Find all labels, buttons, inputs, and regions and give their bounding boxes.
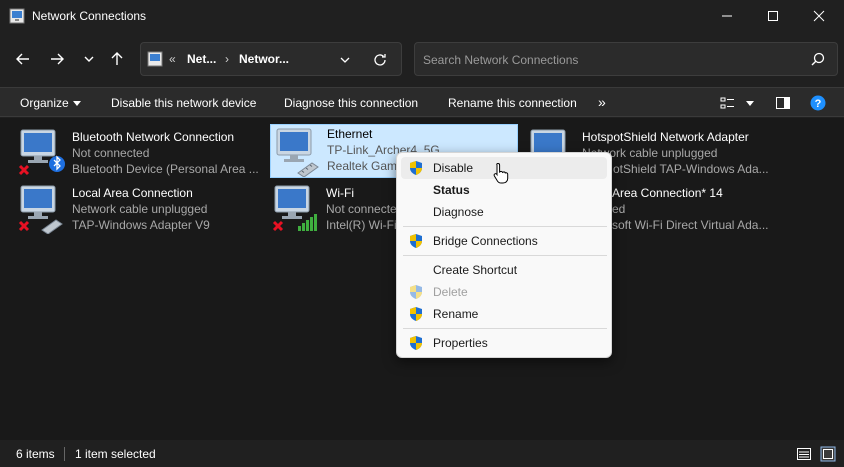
search-input[interactable] xyxy=(423,51,793,69)
arrow-left-icon xyxy=(16,53,29,65)
network-adapter-icon xyxy=(276,128,319,177)
network-adapter-icon xyxy=(18,185,63,234)
network-folder-icon xyxy=(147,51,163,67)
close-button[interactable] xyxy=(796,0,842,32)
preview-pane-icon[interactable] xyxy=(775,95,791,111)
chevron-down-icon xyxy=(84,56,94,62)
diagnose-connection-button[interactable]: Diagnose this connection xyxy=(284,96,418,110)
menu-item-create-shortcut[interactable]: Create Shortcut xyxy=(401,259,607,281)
uac-shield-icon xyxy=(410,336,422,350)
menu-item-label: Status xyxy=(433,183,470,197)
connection-name: Bluetooth Network Connection xyxy=(72,130,235,144)
connection-item-local-area[interactable]: Local Area Connection Network cable unpl… xyxy=(0,178,248,234)
organize-label: Organize xyxy=(20,96,69,110)
organize-button[interactable]: Organize xyxy=(20,96,81,110)
help-icon[interactable]: ? xyxy=(810,95,826,111)
maximize-icon xyxy=(768,11,778,21)
connection-name: Wi-Fi xyxy=(326,186,354,200)
uac-shield-icon xyxy=(410,285,422,299)
connection-device: Bluetooth Device (Personal Area ... xyxy=(72,162,259,176)
forward-button[interactable] xyxy=(44,47,70,71)
status-bar: 6 items 1 item selected xyxy=(0,442,844,467)
minimize-button[interactable] xyxy=(704,0,750,32)
search-box[interactable] xyxy=(414,42,838,76)
title-bar: Network Connections xyxy=(0,0,844,34)
menu-item-label: Create Shortcut xyxy=(433,263,518,277)
chevron-down-icon[interactable] xyxy=(337,52,353,68)
connection-name: Ethernet xyxy=(327,127,373,141)
connection-item-wifi-direct[interactable]: Area Connection* 14 ed soft Wi-Fi Direct… xyxy=(612,178,844,232)
command-toolbar: Organize Disable this network device Dia… xyxy=(0,87,844,117)
connection-device: TAP-Windows Adapter V9 xyxy=(72,218,210,232)
up-button[interactable] xyxy=(104,47,130,71)
refresh-icon[interactable] xyxy=(371,51,389,69)
details-view-icon[interactable] xyxy=(796,446,812,462)
menu-item-bridge[interactable]: Bridge Connections xyxy=(401,230,607,252)
view-details-icon[interactable] xyxy=(720,95,736,111)
window-title: Network Connections xyxy=(32,9,147,23)
item-count: 6 items xyxy=(16,447,55,461)
breadcrumb-separator-icon[interactable]: › xyxy=(225,52,229,66)
menu-item-rename[interactable]: Rename xyxy=(401,303,607,325)
breadcrumb-item[interactable]: Net... xyxy=(187,52,216,66)
connection-device: soft Wi-Fi Direct Virtual Ada... xyxy=(612,218,769,232)
connection-device: Intel(R) Wi-Fi xyxy=(326,218,397,232)
menu-separator xyxy=(403,226,607,227)
connection-name: Area Connection* 14 xyxy=(612,186,723,200)
connection-name: HotspotShield Network Adapter xyxy=(582,130,749,144)
network-adapter-icon xyxy=(18,129,65,176)
address-box[interactable]: « Net... › Networ... xyxy=(140,42,402,76)
menu-separator xyxy=(403,328,607,329)
menu-item-properties[interactable]: Properties xyxy=(401,332,607,354)
mouse-cursor-icon xyxy=(493,162,509,184)
overflow-chevron-icon[interactable]: « xyxy=(169,52,176,66)
connection-status: Not connected xyxy=(72,146,150,160)
uac-shield-icon xyxy=(410,234,422,248)
uac-shield-icon xyxy=(410,307,422,321)
caret-down-icon xyxy=(72,101,81,107)
arrow-up-icon xyxy=(111,52,123,65)
breadcrumb-item[interactable]: Networ... xyxy=(239,52,289,66)
menu-item-label: Disable xyxy=(433,161,474,175)
connection-status: ed xyxy=(612,202,626,216)
more-commands-button[interactable]: » xyxy=(598,94,606,110)
menu-separator xyxy=(403,255,607,256)
menu-item-label: Delete xyxy=(433,285,468,299)
back-button[interactable] xyxy=(10,47,36,71)
address-bar-row: « Net... › Networ... xyxy=(0,34,844,84)
menu-item-diagnose[interactable]: Diagnose xyxy=(401,201,607,223)
network-adapter-icon xyxy=(272,185,317,232)
connection-status: Network cable unplugged xyxy=(72,202,208,216)
menu-item-label: Bridge Connections xyxy=(433,234,538,248)
connection-status: Not connecte xyxy=(326,202,397,216)
rename-connection-button[interactable]: Rename this connection xyxy=(448,96,577,110)
selection-count: 1 item selected xyxy=(75,447,156,461)
search-icon[interactable] xyxy=(811,52,825,66)
tiles-view-icon[interactable] xyxy=(820,446,836,462)
connection-device: Realtek Gami xyxy=(327,159,400,173)
uac-shield-icon xyxy=(410,161,422,175)
recent-locations-button[interactable] xyxy=(76,47,102,71)
connection-item-wifi[interactable]: Wi-Fi Not connecte Intel(R) Wi-Fi xyxy=(254,178,397,232)
connection-device: otShield TAP-Windows Ada... xyxy=(613,162,769,176)
menu-item-label: Diagnose xyxy=(433,205,484,219)
menu-item-delete[interactable]: Delete xyxy=(401,281,607,303)
view-options-caret-icon[interactable] xyxy=(742,95,758,111)
menu-item-label: Properties xyxy=(433,336,488,350)
minimize-icon xyxy=(722,15,732,17)
disable-device-button[interactable]: Disable this network device xyxy=(111,96,256,110)
connection-name: Local Area Connection xyxy=(72,186,193,200)
menu-item-label: Rename xyxy=(433,307,479,321)
svg-text:?: ? xyxy=(815,98,822,110)
network-folder-icon xyxy=(9,8,25,24)
maximize-button[interactable] xyxy=(750,0,796,32)
arrow-right-icon xyxy=(51,53,64,65)
status-separator xyxy=(64,447,65,461)
close-icon xyxy=(813,10,825,22)
connection-item-bluetooth[interactable]: Bluetooth Network Connection Not connect… xyxy=(0,122,259,176)
